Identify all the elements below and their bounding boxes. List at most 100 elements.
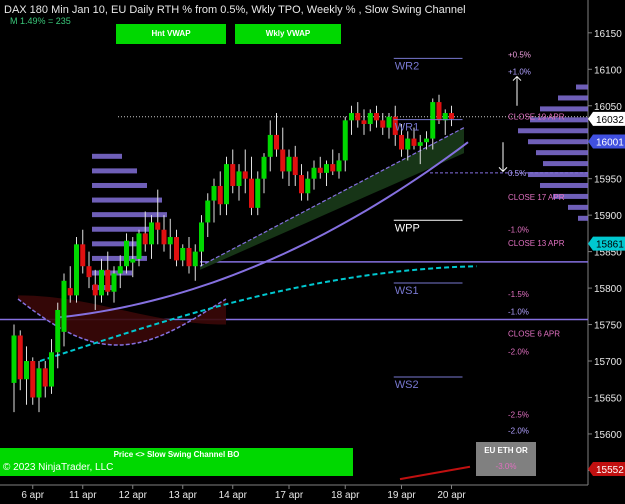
tpo-bar-right [540, 106, 588, 112]
candle-body [411, 138, 417, 146]
pivot-level-label: WS2 [395, 379, 419, 391]
candle-body [124, 240, 129, 267]
candle-body [49, 352, 54, 387]
y-tick-label: 16100 [594, 65, 622, 76]
candle-body [136, 233, 142, 259]
y-tick-label: 15600 [594, 430, 622, 441]
y-tick-label: 16150 [594, 29, 622, 40]
candle-body [117, 266, 123, 274]
candle-body [11, 335, 17, 383]
candle-body [236, 171, 242, 186]
candle-body [155, 222, 161, 230]
price-chart[interactable]: 1615016100160501600015950159001585015800… [0, 0, 625, 504]
candle-body [67, 288, 73, 296]
percent-level-label: -1.5% [508, 290, 529, 299]
hnt-vwap-button[interactable]: Hnt VWAP [116, 24, 226, 44]
candle-body [405, 138, 411, 150]
percent-level-label: CLOSE 17 APR [508, 193, 565, 202]
percent-level-label: CLOSE 6 APR [508, 329, 560, 338]
candle-body [430, 102, 436, 139]
eth-or-line [399, 465, 471, 481]
x-tick-label: 17 apr [275, 490, 304, 501]
candle-body [174, 237, 179, 261]
candle-body [61, 280, 67, 332]
candle-body [361, 120, 367, 124]
candle-body [167, 237, 173, 245]
tpo-bar-left [92, 153, 122, 159]
candle-body [130, 258, 136, 263]
candle-body [205, 200, 211, 223]
candle-body [99, 269, 104, 296]
status-text: Price <> Slow Swing Channel BO [113, 450, 240, 459]
candle-body [336, 160, 342, 172]
candle-body [36, 368, 42, 398]
percent-level-label: -2.0% [508, 426, 529, 435]
candle-body [417, 142, 423, 146]
candle-body [192, 251, 198, 267]
tpo-bar-left [92, 182, 147, 188]
candle-body [86, 266, 92, 278]
candle-body [305, 178, 311, 194]
candle-body [367, 113, 373, 124]
tpo-bar-right [568, 204, 588, 210]
pivot-level-label: WS1 [395, 285, 419, 297]
candle-body [436, 102, 442, 121]
tpo-bar-left [92, 168, 137, 174]
tpo-bar-right [578, 215, 588, 221]
pivot-level-label: WPP [395, 222, 420, 234]
copyright-text: © 2023 NinjaTrader, LLC [3, 462, 114, 473]
candle-body [386, 116, 392, 128]
tpo-bar-right [558, 95, 588, 101]
candle-body [330, 164, 336, 172]
price-tag-label: 15552 [596, 465, 624, 476]
wkly-vwap-button[interactable]: Wkly VWAP [235, 24, 341, 44]
candle-body [161, 229, 167, 245]
candle-body [261, 156, 267, 179]
y-tick-label: 15900 [594, 211, 622, 222]
eu-eth-or-pill[interactable]: EU ETH OR -3.0% [476, 442, 536, 476]
candle-body [180, 247, 186, 261]
status-bar: Price <> Slow Swing Channel BO © 2023 Ni… [0, 448, 353, 476]
candle-body [449, 113, 454, 119]
candle-body [230, 164, 236, 186]
candle-body [274, 134, 279, 150]
pivot-level-label: WR1 [395, 122, 419, 134]
x-tick-label: 19 apr [387, 490, 416, 501]
percent-level-label: +0.5% [508, 51, 531, 60]
price-tag-label: 15861 [596, 240, 624, 251]
candle-body [311, 167, 317, 179]
y-tick-label: 15950 [594, 175, 622, 186]
candle-body [242, 171, 248, 179]
candle-body [249, 178, 254, 208]
candle-body [349, 113, 354, 121]
y-tick-label: 16050 [594, 102, 622, 113]
x-tick-label: 14 apr [219, 490, 248, 501]
y-tick-label: 15700 [594, 357, 622, 368]
chart-title: DAX 180 Min Jan 10, EU Daily RTH % from … [4, 4, 466, 16]
candle-body [55, 309, 61, 353]
percent-level-label: 0.5% [508, 169, 526, 178]
candle-body [80, 244, 86, 267]
percent-level-label: CLOSE 19 APR [508, 113, 565, 122]
tpo-bar-left [92, 226, 154, 232]
chart-window: 1615016100160501600015950159001585015800… [0, 0, 625, 504]
tpo-bar-right [528, 172, 588, 178]
y-tick-label: 15800 [594, 284, 622, 295]
candle-body [74, 244, 79, 296]
candle-body [255, 178, 261, 208]
price-tag-label: 16001 [596, 137, 624, 148]
candle-body [380, 120, 386, 128]
candle-body [292, 156, 298, 176]
candle-body [42, 368, 48, 387]
x-tick-label: 6 apr [21, 490, 44, 501]
candle-body [105, 269, 111, 292]
candle-body [199, 222, 204, 252]
candle-body [280, 149, 286, 172]
candle-body [24, 361, 29, 380]
candle-body [30, 361, 36, 398]
x-tick-label: 20 apr [437, 490, 466, 501]
tpo-bar-right [536, 150, 588, 156]
lower-channel-fill [18, 295, 226, 346]
percent-level-label: -2.5% [508, 410, 529, 419]
eu-eth-or-label: EU ETH OR [484, 446, 528, 455]
